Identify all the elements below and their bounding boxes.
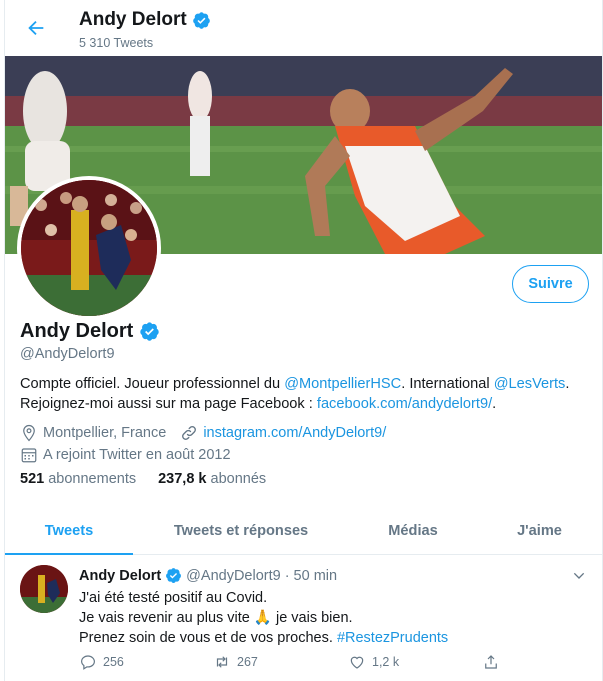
- tweet-author-handle[interactable]: @AndyDelort9: [186, 568, 281, 584]
- calendar-icon: [21, 448, 37, 463]
- header-name: Andy Delort: [79, 9, 187, 30]
- tweet-line: je vais bien.: [271, 610, 353, 626]
- pray-emoji: 🙏: [253, 610, 272, 626]
- share-icon: [485, 655, 497, 669]
- share-button[interactable]: [482, 653, 500, 671]
- link-icon: [182, 426, 197, 440]
- bio-text: Compte officiel. Joueur professionnel du: [20, 376, 285, 392]
- reply-count: 256: [103, 655, 124, 669]
- profile-location: Montpellier, France: [43, 425, 167, 441]
- header-title: Andy Delort: [79, 9, 211, 31]
- tweet-separator: ·: [284, 567, 290, 584]
- follow-stats: 521 abonnements 237,8 k abonnés: [20, 471, 266, 487]
- tab-tweets[interactable]: Tweets: [5, 507, 133, 555]
- tweet-header: Andy Delort @AndyDelort9 · 50 min: [79, 567, 337, 584]
- tweet[interactable]: Andy Delort @AndyDelort9 · 50 min J'ai é…: [5, 555, 602, 681]
- profile-avatar[interactable]: [17, 176, 161, 320]
- tab-media[interactable]: Médias: [349, 507, 477, 554]
- profile-name-text: Andy Delort: [20, 320, 134, 342]
- tweet-line: J'ai été testé positif au Covid.: [79, 590, 268, 606]
- tweet-author-name[interactable]: Andy Delort: [79, 568, 161, 584]
- location-pin-icon: [23, 424, 35, 442]
- tweet-line: Je vais revenir au plus vite: [79, 610, 254, 626]
- verified-badge-icon: [166, 568, 182, 583]
- verified-badge-icon: [140, 322, 160, 341]
- profile-name: Andy Delort: [20, 320, 160, 343]
- reply-button[interactable]: 256: [79, 653, 213, 671]
- tweet-text: J'ai été testé positif au Covid. Je vais…: [79, 588, 448, 648]
- bio-text: Rejoignez-moi aussi sur ma page Facebook…: [20, 396, 317, 412]
- profile-bio: Compte officiel. Joueur professionnel du…: [20, 374, 595, 414]
- chevron-down-icon[interactable]: [571, 568, 587, 584]
- bio-text: .: [492, 396, 497, 412]
- hashtag-link[interactable]: #RestezPrudents: [337, 630, 448, 646]
- tab-likes[interactable]: J'aime: [477, 507, 602, 554]
- verified-badge-icon: [192, 11, 210, 29]
- profile-page: Andy Delort 5 310 Tweets Suivre Andy Del…: [4, 0, 603, 681]
- profile-meta: Montpellier, France instagram.com/AndyDe…: [20, 422, 386, 466]
- tweet-line: Prenez soin de vous et de vos proches.: [79, 630, 337, 646]
- followers-count: 237,8 k: [158, 471, 207, 487]
- profile-tabs: Tweets Tweets et réponses Médias J'aime: [5, 507, 602, 555]
- follow-button[interactable]: Suivre: [512, 265, 589, 303]
- tweet-count: 5 310 Tweets: [79, 36, 154, 50]
- reply-icon: [81, 655, 95, 670]
- top-bar: Andy Delort 5 310 Tweets: [5, 0, 602, 56]
- tweet-author-avatar[interactable]: [20, 565, 68, 613]
- profile-website-link[interactable]: instagram.com/AndyDelort9/: [203, 425, 386, 441]
- following-stat[interactable]: 521 abonnements: [20, 471, 136, 487]
- heart-icon: [350, 656, 364, 669]
- retweet-count: 267: [237, 655, 258, 669]
- retweet-icon: [216, 656, 228, 668]
- following-label: abonnements: [48, 471, 137, 487]
- tab-tweets-and-replies[interactable]: Tweets et réponses: [133, 507, 349, 554]
- followers-stat[interactable]: 237,8 k abonnés: [158, 471, 266, 487]
- tweet-time[interactable]: 50 min: [294, 568, 338, 584]
- tweet-avatar-image: [20, 565, 68, 613]
- avatar-image: [21, 180, 157, 316]
- profile-joined-date: A rejoint Twitter en août 2012: [43, 447, 231, 463]
- following-count: 521: [20, 471, 45, 487]
- bio-text: . International: [401, 376, 494, 392]
- bio-link-montpellierhsc[interactable]: @MontpellierHSC: [284, 376, 401, 392]
- followers-label: abonnés: [210, 471, 267, 487]
- like-count: 1,2 k: [372, 655, 400, 669]
- back-arrow-icon[interactable]: [25, 17, 47, 39]
- tweet-actions: 256 267 1,2 k: [79, 653, 519, 671]
- bio-link-lesverts[interactable]: @LesVerts: [494, 376, 566, 392]
- bio-link-facebook[interactable]: facebook.com/andydelort9/: [317, 396, 492, 412]
- bio-text: .: [565, 376, 570, 392]
- retweet-button[interactable]: 267: [213, 653, 348, 671]
- profile-handle: @AndyDelort9: [20, 346, 115, 362]
- like-button[interactable]: 1,2 k: [348, 653, 482, 671]
